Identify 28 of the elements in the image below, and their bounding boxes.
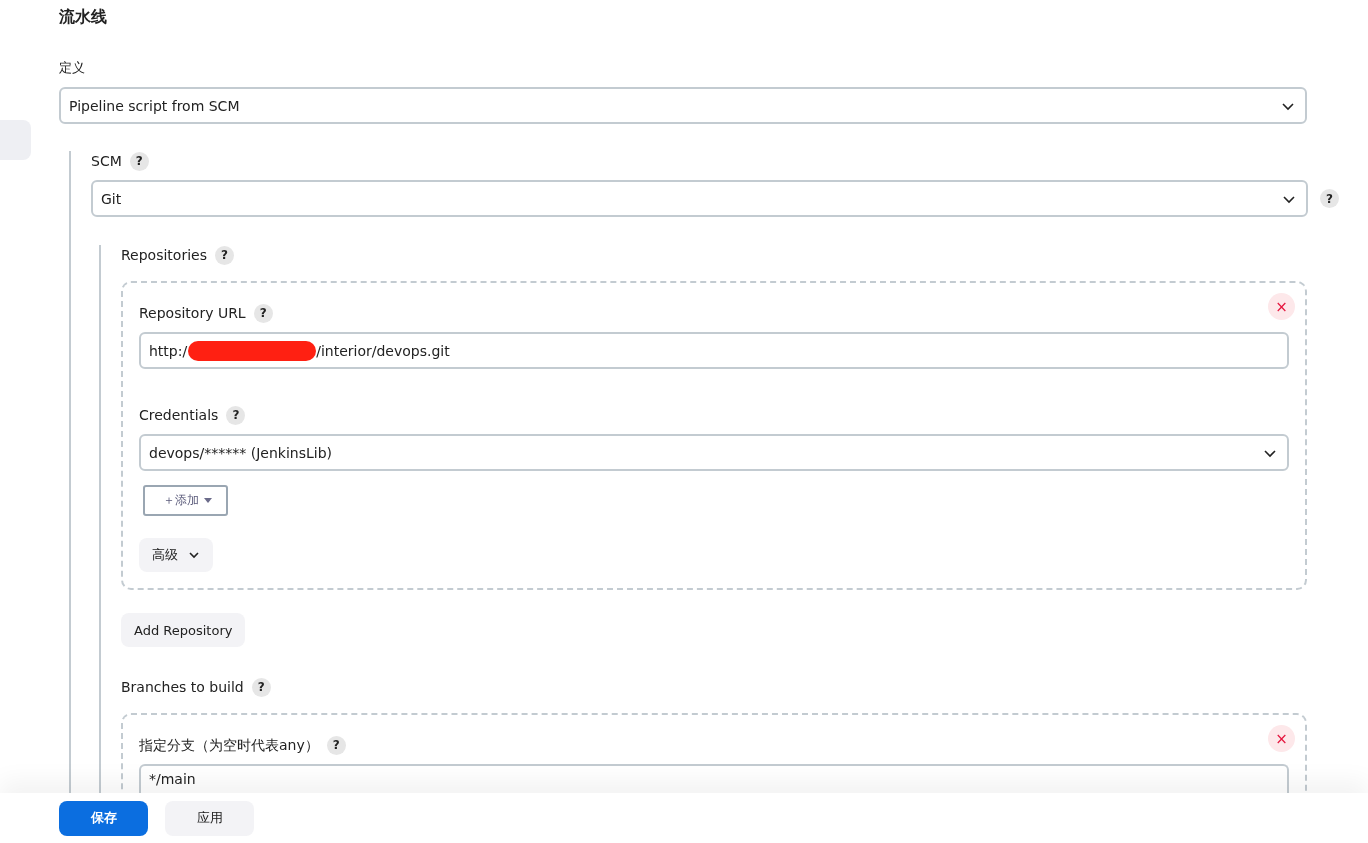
help-icon[interactable]: ?	[326, 735, 346, 755]
help-icon[interactable]: ?	[214, 245, 234, 265]
field-label: Repositories	[121, 246, 207, 265]
help-icon[interactable]: ?	[253, 303, 273, 323]
scm-dropdown[interactable]: Git	[91, 180, 1308, 217]
advanced-button[interactable]: 高级	[139, 538, 213, 572]
delete-button[interactable]: ×	[1268, 293, 1295, 320]
delete-button[interactable]: ×	[1268, 725, 1295, 752]
help-icon[interactable]: ?	[251, 677, 271, 697]
help-icon[interactable]: ?	[129, 151, 149, 171]
chevron-down-icon	[188, 549, 200, 561]
help-icon[interactable]: ?	[1320, 189, 1339, 208]
field-label: 指定分支（为空时代表any）	[139, 736, 319, 755]
help-icon[interactable]: ?	[226, 405, 246, 425]
add-button[interactable]: ＋添加	[143, 485, 228, 516]
save-button[interactable]: 保存	[59, 800, 148, 836]
add-repository-button[interactable]: Add Repository	[121, 613, 246, 647]
field-label: SCM	[91, 152, 122, 171]
caret-icon	[204, 498, 212, 503]
field-label: Credentials	[139, 406, 219, 425]
repository-url-field[interactable]: http:/ /interior/devops.git	[139, 332, 1289, 369]
section-title: 流水线	[59, 6, 108, 28]
field-label: Branches to build	[121, 678, 244, 697]
field-label: Repository URL	[139, 304, 246, 323]
credentials-dropdown[interactable]: devops/****** (JenkinsLib)	[139, 434, 1289, 471]
definition-dropdown[interactable]: Pipeline script from SCM	[59, 87, 1307, 124]
apply-button[interactable]: 应用	[165, 800, 254, 836]
field-label: 定义	[59, 59, 86, 77]
